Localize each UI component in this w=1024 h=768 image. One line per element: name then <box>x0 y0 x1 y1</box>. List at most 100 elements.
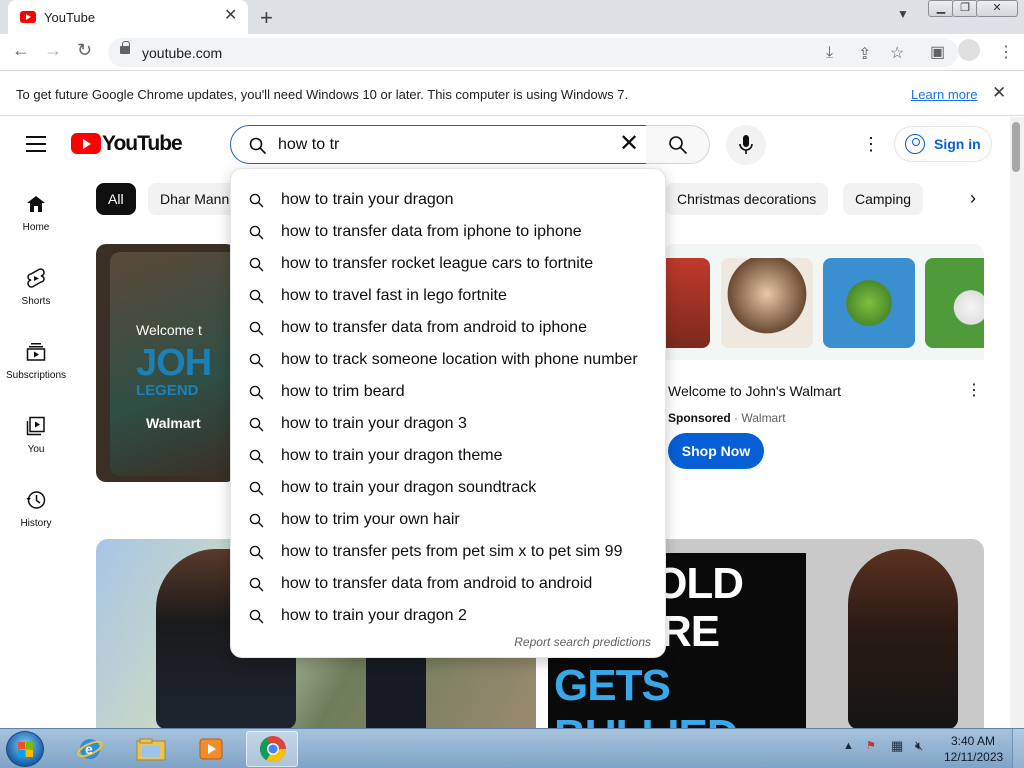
new-tab-button[interactable]: + <box>260 5 273 31</box>
lock-icon <box>120 41 130 54</box>
ad-carousel[interactable] <box>664 244 984 360</box>
voice-search-button[interactable] <box>726 125 766 165</box>
suggestion-text: how to transfer rocket league cars to fo… <box>281 255 594 272</box>
subscriptions-icon <box>26 343 46 361</box>
chrome-menu-icon[interactable]: ⋮ <box>998 42 1014 62</box>
guide-label: Subscriptions <box>5 370 67 381</box>
search-query-text: how to tr <box>278 136 340 153</box>
internet-explorer-taskbar-button[interactable]: e <box>64 731 116 767</box>
sign-in-button[interactable]: Sign in <box>894 126 992 162</box>
volume-muted-icon[interactable]: 🔇︎ <box>915 738 923 754</box>
search-icon <box>249 577 264 592</box>
file-explorer-taskbar-button[interactable] <box>124 731 176 767</box>
chip-dhar-mann[interactable]: Dhar Mann <box>148 183 242 215</box>
suggestion-item[interactable]: how to train your dragon <box>231 184 667 216</box>
report-search-predictions-link[interactable]: Report search predictions <box>514 635 651 649</box>
suggestion-item[interactable]: how to trim your own hair <box>231 504 667 536</box>
guide-label: Shorts <box>21 296 51 307</box>
hamburger-menu-icon[interactable] <box>26 136 46 152</box>
guide-item-shorts[interactable]: Shorts <box>0 268 72 338</box>
browser-toolbar: ← → ↻ youtube.com ⤓ ⇪ ☆ ▣ ⋮ <box>0 34 1024 71</box>
reload-icon[interactable]: ↻ <box>77 40 92 61</box>
ad-john-text: JOH <box>136 342 212 384</box>
show-desktop-button[interactable] <box>1012 729 1024 768</box>
guide-item-history[interactable]: History <box>0 490 72 560</box>
suggestion-item[interactable]: how to track someone location with phone… <box>231 344 667 376</box>
suggestion-item[interactable]: how to trim beard <box>231 376 667 408</box>
infobar-close-icon[interactable]: ✕ <box>992 83 1006 103</box>
url-text: youtube.com <box>142 45 223 61</box>
guide-label: History <box>20 518 52 529</box>
suggestion-item[interactable]: how to transfer data from android to iph… <box>231 312 667 344</box>
suggestion-text: how to train your dragon <box>281 191 454 208</box>
ad-legend-text: LEGEND <box>136 382 199 399</box>
internet-explorer-icon: e <box>77 739 103 759</box>
suggestion-item[interactable]: how to travel fast in lego fortnite <box>231 280 667 312</box>
search-suggestions-dropdown: how to train your dragon how to transfer… <box>230 168 666 658</box>
clear-search-icon[interactable]: ✕ <box>619 132 639 156</box>
suggestion-item[interactable]: how to transfer pets from pet sim x to p… <box>231 536 667 568</box>
profile-avatar-icon[interactable] <box>958 39 980 61</box>
suggestion-item[interactable]: how to train your dragon soundtrack <box>231 472 667 504</box>
ad-title[interactable]: Welcome to John's Walmart <box>668 383 841 399</box>
learn-more-link[interactable]: Learn more <box>911 87 977 102</box>
share-icon[interactable]: ⇪ <box>858 44 871 64</box>
suggestion-item[interactable]: how to train your dragon 2 <box>231 600 667 632</box>
side-panel-icon[interactable]: ▣ <box>930 42 945 62</box>
chevron-right-icon[interactable]: › <box>970 188 976 209</box>
suggestion-item[interactable]: how to transfer rocket league cars to fo… <box>231 248 667 280</box>
suggestion-text: how to trim beard <box>281 383 405 400</box>
microphone-icon <box>739 135 753 154</box>
guide-item-home[interactable]: Home <box>0 194 72 264</box>
network-icon[interactable]: ▦ <box>891 738 903 754</box>
ad-video-thumbnail[interactable]: Welcome t JOH LEGEND Walmart <box>96 244 236 482</box>
clock-time[interactable]: 3:40 AM <box>951 734 995 748</box>
clock-date[interactable]: 12/11/2023 <box>944 750 1003 764</box>
suggestion-item[interactable]: how to train your dragon 3 <box>231 408 667 440</box>
ad-product-image <box>664 258 710 348</box>
show-hidden-icons-icon[interactable]: ▲ <box>843 740 854 752</box>
page-scrollbar-thumb[interactable] <box>1012 122 1020 172</box>
guide-item-you[interactable]: You <box>0 416 72 486</box>
close-window-button[interactable]: ✕ <box>976 0 1018 17</box>
tab-close-icon[interactable]: ✕ <box>224 8 237 24</box>
search-button[interactable] <box>646 125 710 164</box>
address-bar[interactable]: youtube.com ⤓ ⇪ ☆ <box>108 38 958 67</box>
restore-button[interactable]: ❐ <box>952 0 978 17</box>
action-center-flag-icon[interactable]: ⚑ <box>866 739 876 752</box>
ad-advertiser: Walmart <box>741 411 786 425</box>
tab-title: YouTube <box>44 10 96 25</box>
chip-all[interactable]: All <box>96 183 136 215</box>
sponsored-badge: Sponsored <box>668 411 731 425</box>
search-icon <box>249 609 264 624</box>
install-app-icon[interactable]: ⤓ <box>826 44 833 62</box>
ad-more-options-icon[interactable]: ⋮ <box>966 380 982 400</box>
start-button[interactable] <box>6 731 44 767</box>
search-icon <box>249 353 264 368</box>
ad-product-image <box>721 258 813 348</box>
chip-christmas-decorations[interactable]: Christmas decorations <box>665 183 829 215</box>
browser-tab-youtube[interactable]: YouTube ✕ <box>8 0 248 34</box>
media-player-taskbar-button[interactable] <box>184 731 236 767</box>
search-icon <box>249 417 264 432</box>
chrome-taskbar-button[interactable] <box>246 731 298 767</box>
minimize-button[interactable]: ▁ <box>928 0 954 17</box>
chip-camping[interactable]: Camping <box>843 183 924 215</box>
forward-arrow-icon[interactable]: → <box>44 40 62 61</box>
ad-thumbnail-image: Welcome t JOH LEGEND Walmart <box>110 252 236 476</box>
suggestion-item[interactable]: how to train your dragon theme <box>231 440 667 472</box>
suggestion-text: how to track someone location with phone… <box>281 351 638 368</box>
guide-item-subscriptions[interactable]: Subscriptions <box>0 342 72 412</box>
bookmark-star-icon[interactable]: ☆ <box>890 43 904 63</box>
tab-search-chevron-icon[interactable]: ▼ <box>897 7 909 21</box>
page-scrollbar-track[interactable] <box>1010 117 1024 728</box>
search-input[interactable]: how to tr ✕ <box>230 125 647 164</box>
suggestion-item[interactable]: how to transfer data from iphone to ipho… <box>231 216 667 248</box>
shop-now-button[interactable]: Shop Now <box>668 433 764 469</box>
back-arrow-icon[interactable]: ← <box>12 40 30 61</box>
thumbnail-text-line: GETS BULLIED <box>554 661 739 729</box>
ad-product-image <box>925 258 984 348</box>
settings-kebab-icon[interactable]: ⋮ <box>862 134 880 155</box>
suggestion-item[interactable]: how to transfer data from android to and… <box>231 568 667 600</box>
search-icon <box>249 545 264 560</box>
